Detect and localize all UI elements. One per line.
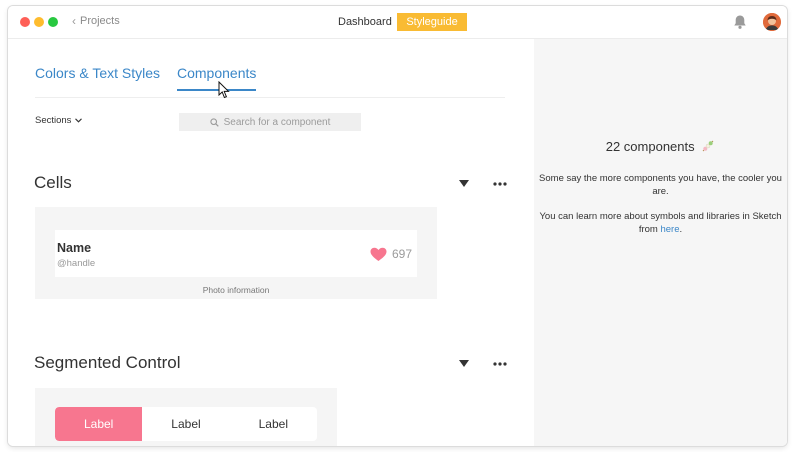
triangle-down-icon[interactable] [459, 180, 469, 188]
cell-caption: Photo information [202, 285, 270, 295]
more-options-icon[interactable] [493, 362, 507, 366]
segmented-control: Label Label Label [55, 407, 317, 441]
more-options-icon[interactable] [493, 182, 507, 186]
segment-1[interactable]: Label [55, 407, 143, 441]
search-input[interactable]: Search for a component [179, 113, 361, 131]
info-panel: 22 components Some say the more componen… [534, 39, 787, 446]
info-text-1: Some say the more components you have, t… [539, 173, 782, 197]
section-title-cells: Cells [34, 173, 72, 192]
section-title-segmented-control: Segmented Control [34, 353, 181, 372]
dango-emoji-icon [702, 140, 714, 152]
search-icon [209, 117, 219, 127]
sections-label: Sections [35, 115, 72, 126]
tab-components[interactable]: Components [177, 65, 257, 91]
sections-dropdown[interactable]: Sections [35, 115, 83, 126]
nav-styleguide[interactable]: Styleguide [397, 13, 467, 31]
segment-2[interactable]: Label [142, 407, 229, 441]
app-window: ‹ Projects Dashboard Styleguide Colors &… [8, 6, 787, 446]
pointer-cursor-icon [218, 81, 230, 99]
back-to-projects-link[interactable]: ‹ Projects [72, 15, 120, 27]
segment-3[interactable]: Label [230, 407, 317, 441]
avatar[interactable] [763, 13, 781, 31]
tab-colors-text-styles[interactable]: Colors & Text Styles [35, 65, 160, 90]
tab-bar: Colors & Text Styles Components [35, 65, 505, 98]
components-count-text: 22 components [605, 139, 695, 154]
cell-handle: @handle [57, 258, 96, 269]
close-window-button[interactable] [20, 17, 30, 27]
main-content: Colors & Text Styles Components Sections… [8, 39, 534, 446]
maximize-window-button[interactable] [48, 17, 58, 27]
back-label: Projects [80, 15, 120, 27]
avatar-image [763, 13, 781, 31]
chevron-left-icon: ‹ [72, 14, 76, 28]
info-text-2-end: . [679, 224, 683, 235]
cell-name: Name [57, 241, 92, 255]
components-count: 22 components [534, 139, 787, 154]
info-text-2: You can learn more about symbols and lib… [534, 210, 787, 236]
here-link[interactable]: here [660, 224, 679, 235]
nav-dashboard[interactable]: Dashboard [338, 16, 392, 28]
triangle-down-icon[interactable] [459, 360, 469, 368]
heart-icon[interactable] [370, 247, 387, 262]
chevron-down-icon [75, 118, 83, 123]
segmented-control-preview-card: Label Label Label [35, 388, 337, 446]
like-count: 697 [392, 247, 413, 261]
cells-preview-card: Name @handle 697 Photo information [35, 207, 437, 299]
search-placeholder: Search for a component [223, 116, 331, 128]
title-bar: ‹ Projects Dashboard Styleguide [8, 6, 787, 39]
cell-component[interactable]: Name @handle 697 [55, 230, 417, 277]
bell-icon[interactable] [732, 14, 748, 30]
minimize-window-button[interactable] [34, 17, 44, 27]
